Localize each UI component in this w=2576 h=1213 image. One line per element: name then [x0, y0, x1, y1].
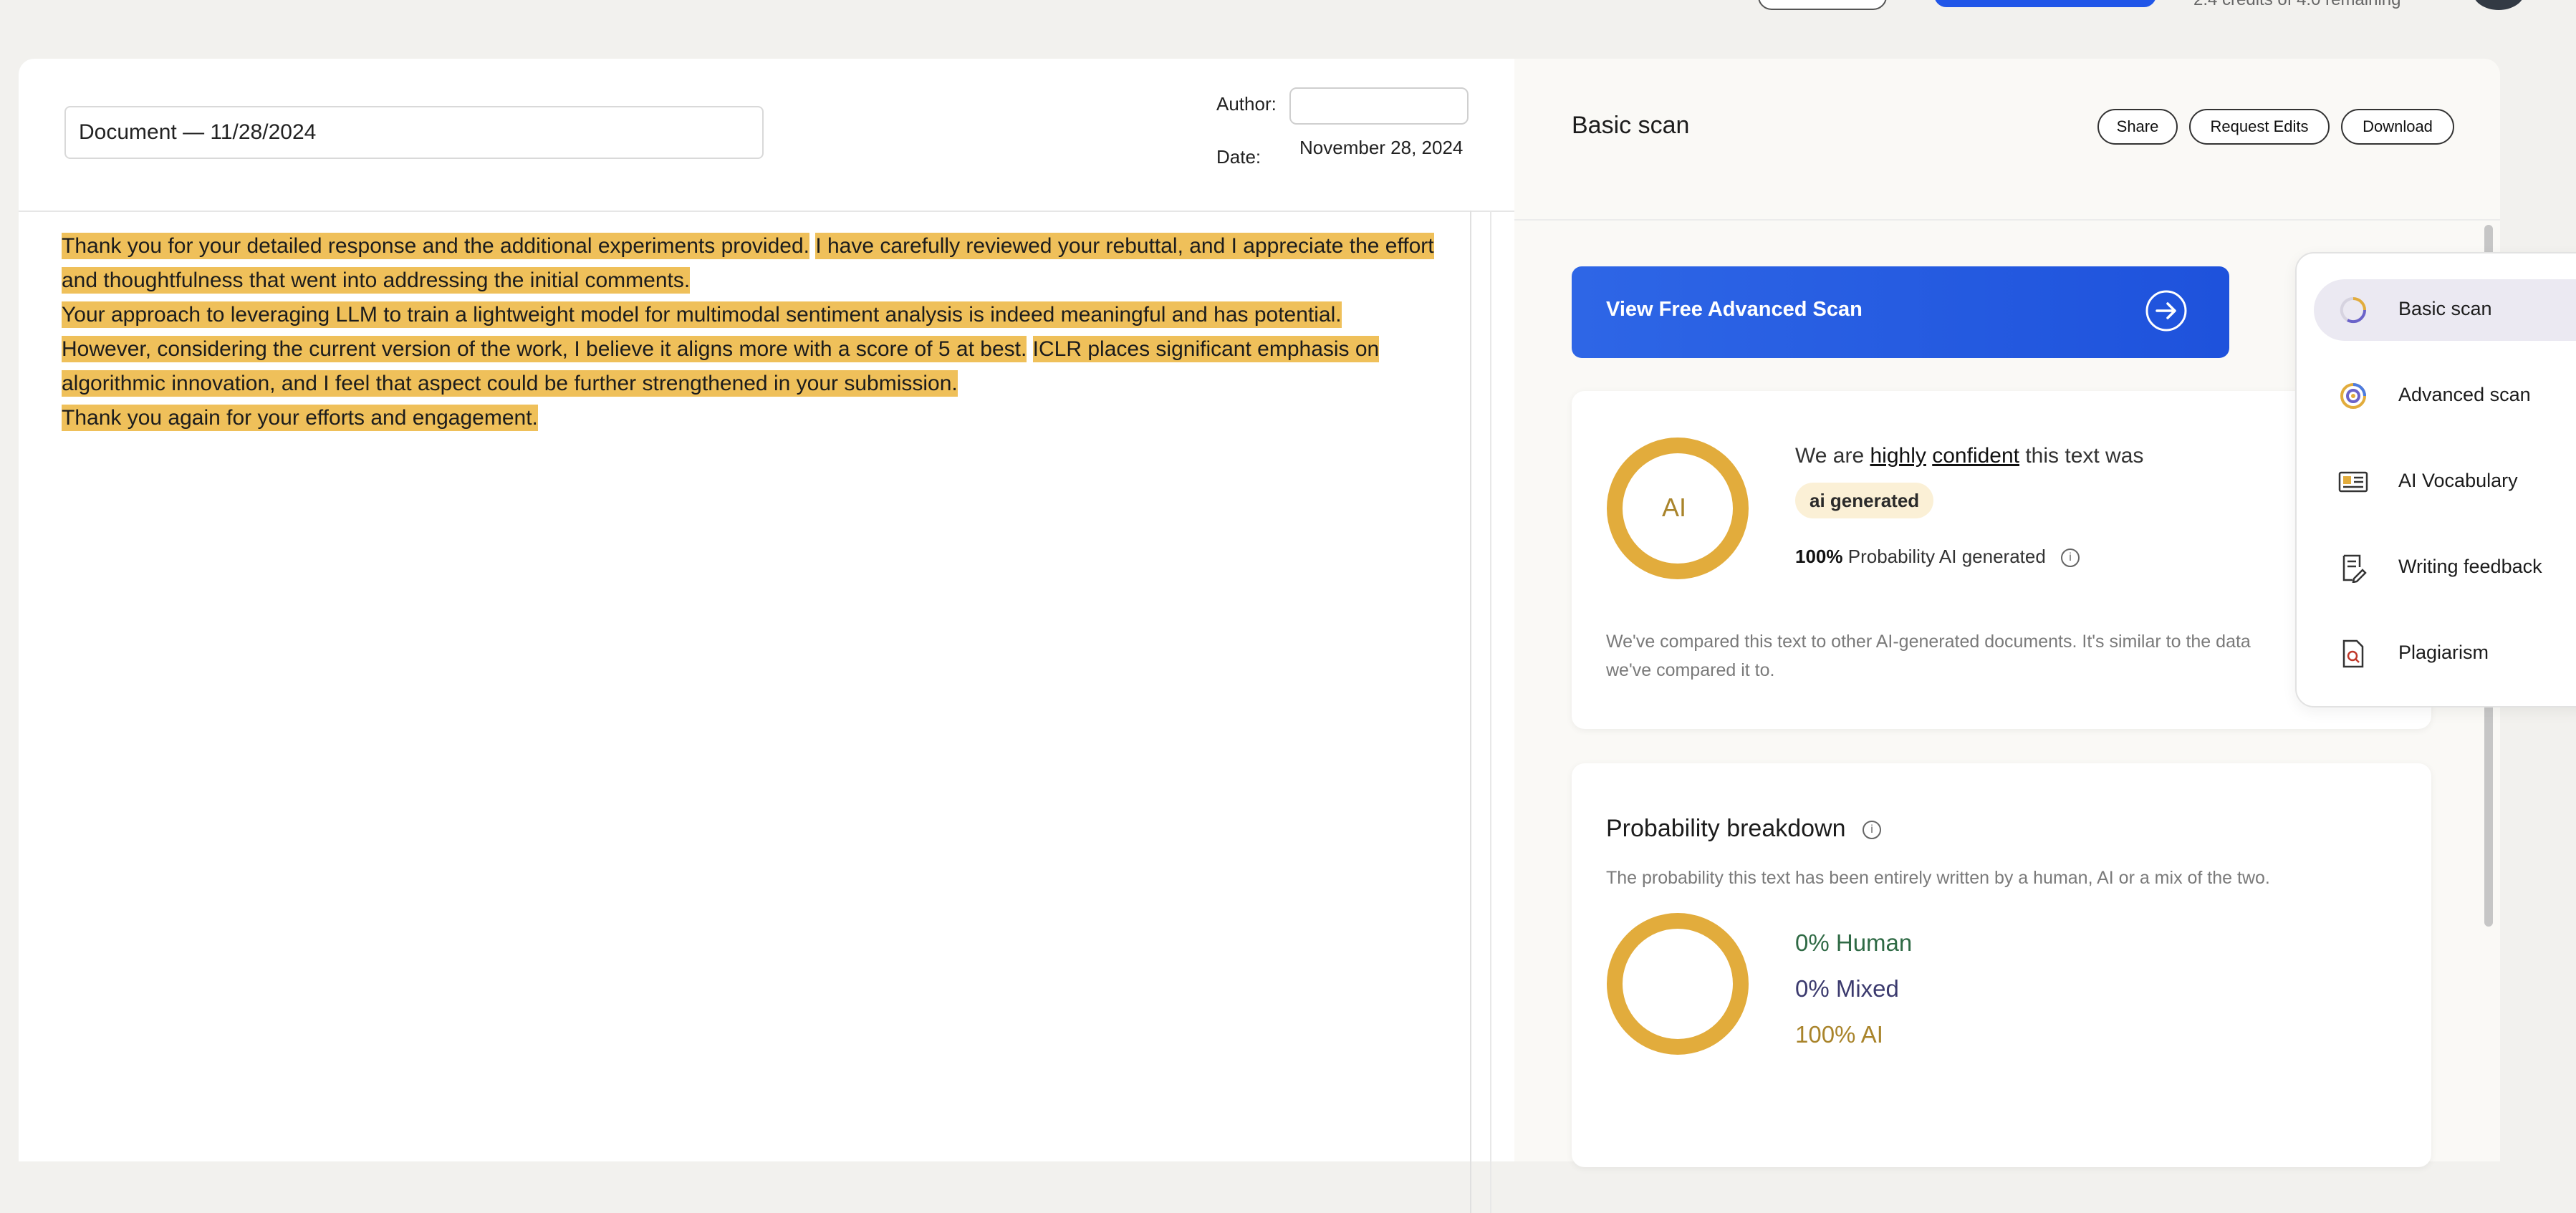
author-label: Author:	[1216, 93, 1277, 115]
menu-label: Basic scan	[2398, 298, 2492, 319]
ai-percentage: 100% AI	[1795, 1021, 1883, 1048]
probability-breakdown-card: Probability breakdown i The probability …	[1572, 763, 2431, 1167]
menu-label: Writing feedback	[2398, 556, 2542, 577]
breakdown-title-text: Probability breakdown	[1606, 815, 1846, 842]
info-icon[interactable]: i	[2061, 548, 2080, 568]
author-input[interactable]	[1289, 87, 1469, 125]
confidence-prefix: We are	[1795, 444, 1865, 468]
download-button[interactable]: Download	[2341, 109, 2454, 145]
highly-link[interactable]: highly	[1870, 444, 1926, 468]
document-title-input[interactable]: Document — 11/28/2024	[64, 106, 764, 159]
breakdown-title: Probability breakdown i	[1606, 815, 1881, 843]
menu-label: AI Vocabulary	[2398, 470, 2518, 491]
share-button[interactable]: Share	[2097, 109, 2178, 145]
menu-item-basic-scan[interactable]: Basic scan	[2314, 279, 2576, 341]
writing-feedback-icon	[2342, 554, 2367, 583]
advanced-scan-icon	[2340, 383, 2366, 409]
ai-generated-badge: ai generated	[1795, 483, 1934, 518]
confidence-statement: We are highly confident this text was	[1795, 444, 2143, 468]
probability-value: 100%	[1795, 546, 1843, 567]
panel-title: Basic scan	[1572, 112, 1690, 139]
breakdown-ring	[1607, 913, 1749, 1055]
breakdown-description: The probability this text has been entir…	[1606, 868, 2270, 888]
human-percentage: 0% Human	[1795, 929, 1913, 956]
menu-label: Advanced scan	[2398, 384, 2531, 405]
ai-vocabulary-icon	[2338, 471, 2368, 493]
highlighted-sentence: Your approach to leveraging LLM to train…	[62, 301, 1342, 328]
scan-type-menu: Basic scan Advanced scan AI Vocabulary W…	[2295, 252, 2576, 707]
plagiarism-icon	[2342, 639, 2364, 668]
editor-scroll-track[interactable]	[1490, 211, 1491, 1213]
mixed-percentage: 0% Mixed	[1795, 975, 1899, 1002]
menu-item-ai-vocabulary[interactable]: AI Vocabulary	[2314, 451, 2576, 513]
probability-label: Probability AI generated	[1847, 546, 2046, 567]
basic-scan-icon	[2340, 296, 2367, 324]
menu-item-writing-feedback[interactable]: Writing feedback	[2314, 537, 2576, 599]
confident-link[interactable]: confident	[1932, 444, 2019, 468]
top-primary-button[interactable]	[1934, 0, 2156, 7]
avatar[interactable]	[2473, 0, 2524, 10]
probability-line: 100% Probability AI generated i	[1795, 546, 2080, 568]
request-edits-button[interactable]: Request Edits	[2189, 109, 2330, 145]
advanced-scan-label: View Free Advanced Scan	[1606, 298, 1863, 321]
highlighted-sentence: However, considering the current version…	[62, 336, 1027, 362]
comparison-note: We've compared this text to other AI-gen…	[1606, 632, 2251, 680]
credits-status: 2.4 credits of 4.0 remaining	[2193, 0, 2401, 10]
editor-divider	[1470, 211, 1471, 1213]
menu-item-plagiarism[interactable]: Plagiarism	[2314, 623, 2576, 685]
document-header: Document — 11/28/2024 Author: Date: Nove…	[19, 59, 1514, 212]
highlighted-sentence: Thank you again for your efforts and eng…	[62, 405, 538, 431]
document-card: Document — 11/28/2024 Author: Date: Nove…	[19, 59, 1514, 1213]
ring-label: AI	[1662, 493, 1687, 522]
view-advanced-scan-button[interactable]: View Free Advanced Scan	[1572, 266, 2229, 358]
arrow-right-circle-icon	[2145, 290, 2187, 332]
menu-item-advanced-scan[interactable]: Advanced scan	[2314, 365, 2576, 427]
panel-header: Basic scan Share Request Edits Download	[1514, 59, 2500, 221]
document-body[interactable]: Thank you for your detailed response and…	[62, 229, 1466, 435]
top-outline-button[interactable]	[1758, 0, 1887, 10]
date-value: November 28, 2024	[1299, 137, 1464, 158]
info-icon[interactable]: i	[1862, 821, 1881, 840]
highlighted-sentence: Thank you for your detailed response and…	[62, 233, 809, 259]
date-label: Date:	[1216, 146, 1261, 168]
confidence-suffix: this text was	[2025, 444, 2144, 468]
menu-label: Plagiarism	[2398, 642, 2489, 663]
